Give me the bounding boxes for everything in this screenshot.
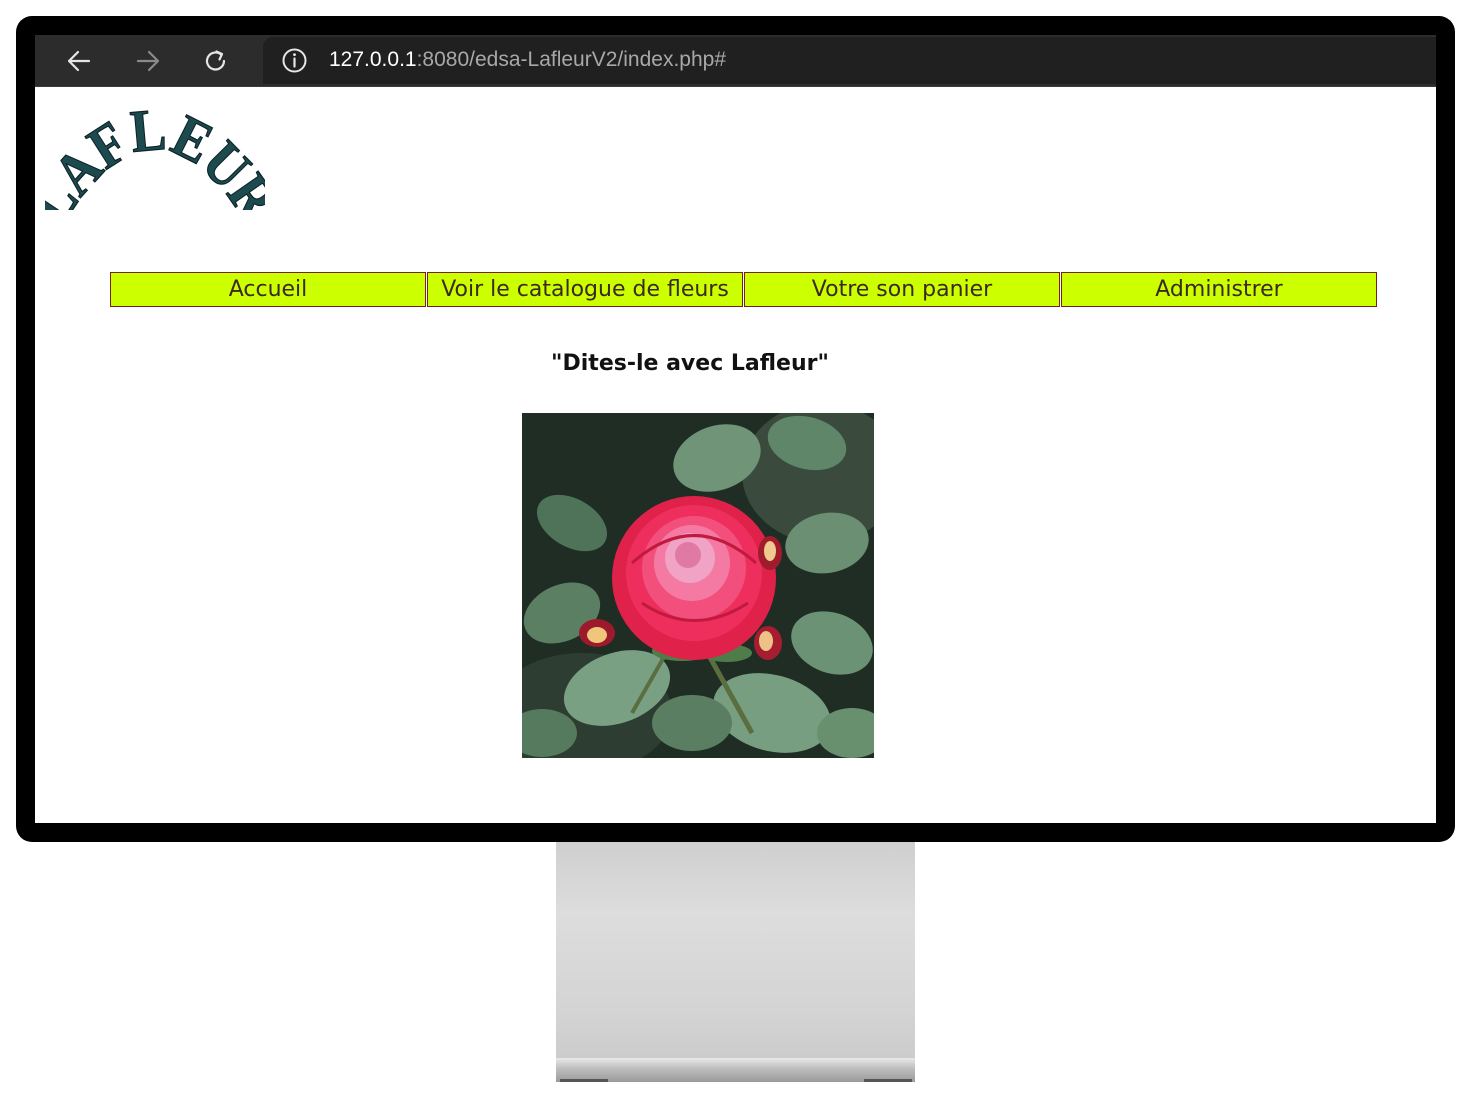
monitor-bezel: 127.0.0.1:8080/edsa-LafleurV2/index.php#… bbox=[16, 16, 1455, 842]
arrow-left-icon bbox=[67, 50, 91, 72]
address-bar[interactable]: 127.0.0.1:8080/edsa-LafleurV2/index.php# bbox=[263, 37, 1436, 84]
lafleur-logo[interactable]: LAFLEUR bbox=[35, 75, 291, 235]
reload-icon bbox=[205, 50, 226, 71]
menu-item-catalogue[interactable]: Voir le catalogue de fleurs bbox=[427, 272, 743, 307]
monitor-stand-foot bbox=[556, 1058, 915, 1082]
rose-illustration bbox=[522, 413, 874, 758]
stand-foot-shadow bbox=[864, 1079, 912, 1082]
menu-item-administrer[interactable]: Administrer bbox=[1061, 272, 1377, 307]
arrow-right-icon bbox=[136, 50, 160, 72]
url-path: :8080/edsa-LafleurV2/index.php# bbox=[416, 48, 726, 71]
logo-graphic: LAFLEUR bbox=[35, 95, 291, 235]
info-icon[interactable] bbox=[281, 47, 308, 74]
menu-item-accueil[interactable]: Accueil bbox=[110, 272, 426, 307]
menu-item-label: Administrer bbox=[1155, 277, 1283, 302]
slogan: "Dites-le avec Lafleur" bbox=[551, 351, 829, 376]
menu-item-label: Votre son panier bbox=[811, 277, 993, 302]
url-host: 127.0.0.1 bbox=[329, 48, 417, 71]
menu-item-panier[interactable]: Votre son panier bbox=[744, 272, 1060, 307]
url-text: 127.0.0.1:8080/edsa-LafleurV2/index.php# bbox=[329, 46, 726, 73]
screen: 127.0.0.1:8080/edsa-LafleurV2/index.php#… bbox=[35, 35, 1436, 823]
monitor-stand bbox=[556, 842, 915, 1082]
menu-item-label: Voir le catalogue de fleurs bbox=[441, 277, 729, 302]
rose-image bbox=[522, 413, 874, 758]
menu-item-label: Accueil bbox=[228, 277, 308, 302]
svg-text:LAFLEUR: LAFLEUR bbox=[45, 96, 265, 210]
stand-foot-shadow bbox=[560, 1079, 608, 1082]
main-menu: Accueil Voir le catalogue de fleurs Votr… bbox=[110, 272, 1378, 307]
